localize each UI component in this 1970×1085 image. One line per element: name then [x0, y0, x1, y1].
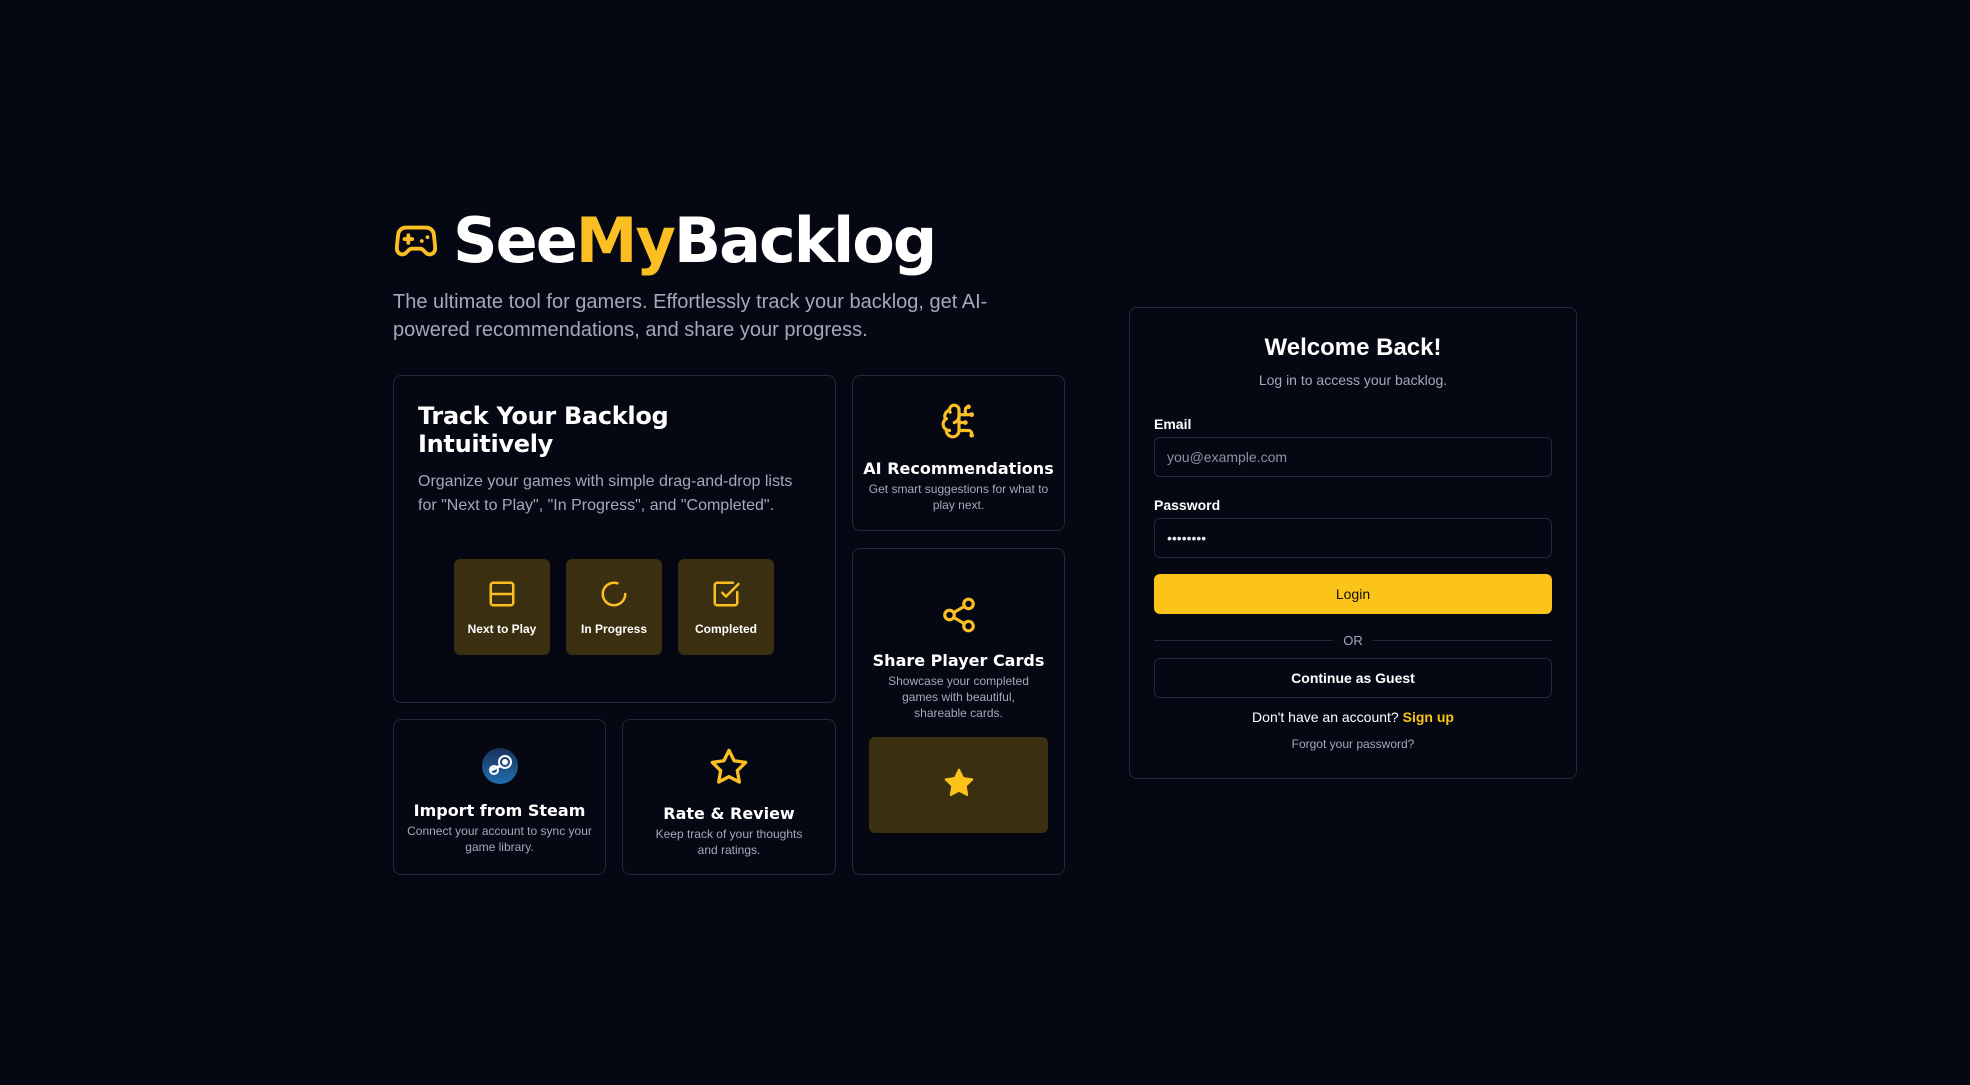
feature-title: AI Recommendations [863, 459, 1054, 478]
brand-tagline: The ultimate tool for gamers. Effortless… [393, 291, 988, 341]
email-field-group: Email [1154, 416, 1552, 477]
signup-row: Don't have an account? Sign up [1154, 709, 1552, 725]
feature-title: Import from Steam [413, 801, 586, 820]
player-card-preview [869, 737, 1048, 833]
password-label: Password [1154, 497, 1221, 513]
divider-line [1154, 640, 1334, 641]
gamepad-icon [393, 217, 441, 265]
feature-title: Track Your Backlog Intuitively [418, 402, 669, 458]
feature-card-track: Track Your Backlog Intuitively Organize … [393, 375, 836, 703]
feature-card-ai: AI Recommendations Get smart suggestions… [852, 375, 1065, 531]
status-list: Next to Play In Progress Completed [454, 559, 774, 655]
brand-title: SeeMyBacklog [453, 210, 937, 272]
feature-card-rate: Rate & Review Keep track of your thought… [622, 719, 836, 875]
feature-title: Share Player Cards [872, 651, 1045, 670]
login-button[interactable]: Login [1154, 574, 1552, 614]
feature-description: Connect your account to sync your game l… [407, 824, 592, 854]
feature-card-share: Share Player Cards Showcase your complet… [852, 548, 1065, 875]
brand-name-see: See [453, 204, 578, 277]
guest-button[interactable]: Continue as Guest [1154, 658, 1552, 698]
signup-prompt: Don't have an account? [1252, 709, 1399, 725]
email-input[interactable] [1154, 437, 1552, 477]
brand-name-backlog: Backlog [673, 204, 937, 277]
status-label: Next to Play [467, 621, 537, 636]
brain-icon [940, 402, 978, 445]
divider-line [1372, 640, 1552, 641]
status-tile-completed: Completed [678, 559, 774, 655]
spinner-icon [599, 579, 629, 614]
password-field-group: Password [1154, 497, 1552, 558]
divider-text: OR [1343, 633, 1363, 648]
landing-page: SeeMyBacklog The ultimate tool for gamer… [0, 0, 1970, 1085]
star-outline-icon [709, 747, 749, 792]
feature-card-steam: Import from Steam Connect your account t… [393, 719, 606, 875]
brand-header: SeeMyBacklog [393, 210, 937, 272]
or-divider: OR [1154, 633, 1552, 648]
feature-description: Organize your games with simple drag-and… [418, 473, 793, 514]
status-tile-in-progress: In Progress [566, 559, 662, 655]
status-label: Completed [694, 621, 757, 636]
forgot-password-link[interactable]: Forgot your password? [1154, 737, 1552, 751]
checkbox-icon [711, 579, 741, 614]
signup-link[interactable]: Sign up [1403, 709, 1454, 725]
brand-name-my: My [575, 204, 676, 277]
share-icon [940, 596, 978, 639]
steam-icon [481, 748, 518, 789]
feature-description: Get smart suggestions for what to play n… [868, 482, 1049, 512]
login-subtitle: Log in to access your backlog. [1258, 372, 1448, 388]
feature-description: Keep track of your thoughts and ratings. [655, 827, 803, 857]
status-tile-next-to-play: Next to Play [454, 559, 550, 655]
layout-rows-icon [487, 579, 517, 614]
password-input[interactable] [1154, 518, 1552, 558]
feature-title: Rate & Review [663, 804, 795, 823]
feature-description: Showcase your completed games with beaut… [888, 674, 1029, 720]
login-title: Welcome Back! [1264, 334, 1442, 361]
star-filled-icon [943, 767, 975, 804]
email-label: Email [1154, 416, 1192, 432]
login-card: Welcome Back! Log in to access your back… [1129, 307, 1577, 779]
status-label: In Progress [580, 621, 648, 636]
